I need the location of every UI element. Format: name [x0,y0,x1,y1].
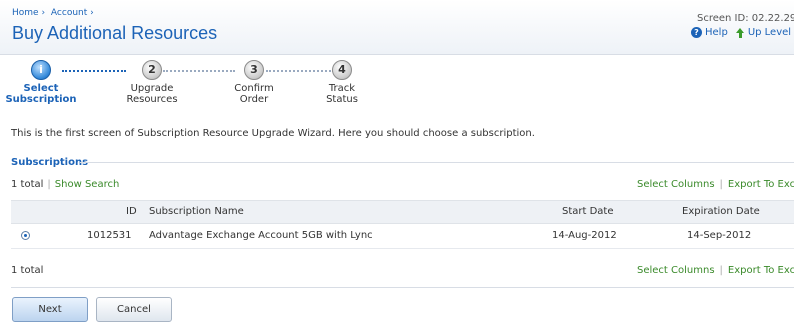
step-4-circle: 4 [332,60,352,80]
cell-start: 14-Aug-2012 [552,230,617,241]
step-2-label: Upgrade Resources [126,83,178,105]
total-count: 1 total [11,179,44,190]
help-links: ? Help Up Level [691,27,791,38]
up-level-icon[interactable] [735,27,745,38]
step-connector [62,70,126,72]
cell-expiration: 14-Sep-2012 [687,230,752,241]
step-connector [266,70,334,72]
column-header-start[interactable]: Start Date [562,206,614,217]
wizard-steps: i Select Subscription 2 Upgrade Resource… [0,60,794,112]
column-header-expiration[interactable]: Expiration Date [682,206,760,217]
subscriptions-title: Subscriptions [11,157,89,168]
step-1-circle: i [31,60,51,80]
select-columns-link-bottom[interactable]: Select Columns [637,265,715,276]
page-header: Home › Account › Buy Additional Resource… [0,0,794,55]
export-excel-link[interactable]: Export To Excel [728,179,794,190]
step-connector [163,70,235,72]
top-actions: Select Columns | Export To Excel [637,179,794,190]
show-search-link[interactable]: Show Search [55,179,120,190]
next-button[interactable]: Next [12,297,88,322]
page-title: Buy Additional Resources [12,23,218,43]
step-2-circle: 2 [142,60,162,80]
bottom-total: 1 total [11,265,44,276]
help-icon[interactable]: ? [691,27,702,38]
step-1-label[interactable]: Select Subscription [1,83,81,105]
breadcrumb: Home › Account › [12,8,97,18]
row-select-radio[interactable] [21,231,30,240]
step-4-label: Track Status [326,83,358,105]
step-3-label: Confirm Order [234,83,274,105]
breadcrumb-account[interactable]: Account › [51,8,94,18]
column-header-name[interactable]: Subscription Name [149,206,244,217]
cancel-button[interactable]: Cancel [96,297,172,322]
bottom-divider [11,287,794,288]
separator: | [719,179,723,190]
up-level-link[interactable]: Up Level [748,27,791,38]
select-columns-link[interactable]: Select Columns [637,179,715,190]
screen-id: Screen ID: 02.22.29 [697,13,794,24]
cell-name: Advantage Exchange Account 5GB with Lync [149,230,373,241]
section-divider [80,162,794,163]
breadcrumb-home[interactable]: Home › [12,8,45,18]
help-link[interactable]: Help [705,27,728,38]
cell-id: 1012531 [87,230,132,241]
table-row[interactable]: 1012531 Advantage Exchange Account 5GB w… [11,223,794,249]
separator: | [47,179,51,190]
step-3-circle: 3 [244,60,264,80]
bottom-actions: Select Columns | Export To Excel [637,265,794,276]
top-toolbar: 1 total | Show Search [11,179,119,190]
column-header-id[interactable]: ID [126,206,137,217]
export-excel-link-bottom[interactable]: Export To Excel [728,265,794,276]
table-header: ID Subscription Name Start Date Expirati… [11,200,794,224]
separator: | [719,265,723,276]
intro-text: This is the first screen of Subscription… [11,128,535,139]
